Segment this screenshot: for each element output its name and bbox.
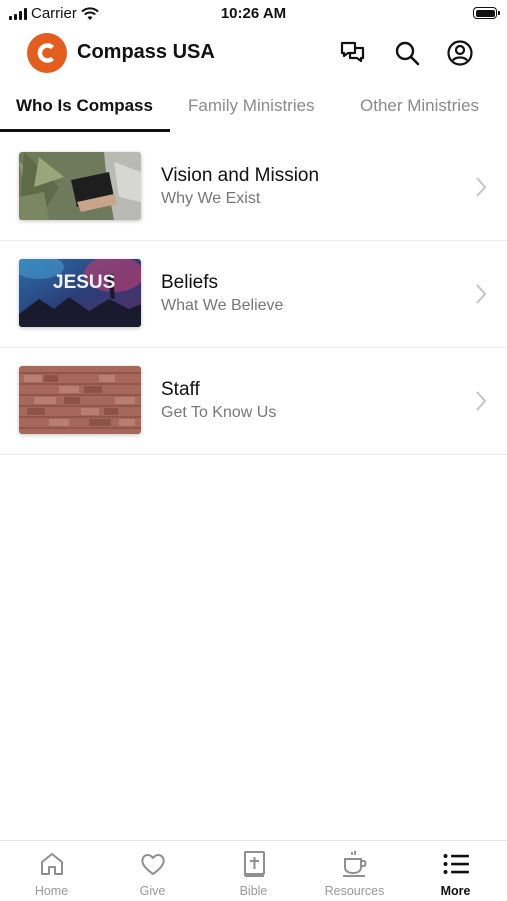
status-bar: Carrier 10:26 AM xyxy=(0,0,507,28)
profile-icon[interactable] xyxy=(446,39,474,67)
list-icon xyxy=(443,854,469,874)
bottom-tab-label: Home xyxy=(34,884,69,898)
list-item-title: Vision and Mission xyxy=(161,165,320,186)
list-item-title: Beliefs xyxy=(161,272,219,293)
staff-thumbnail xyxy=(19,366,141,434)
chevron-right-icon xyxy=(476,177,487,197)
category-tabs: Who Is Compass Family Ministries Other M… xyxy=(0,88,507,132)
tab-other-ministries[interactable]: Other Ministries xyxy=(360,96,479,116)
search-icon[interactable] xyxy=(393,39,421,67)
list-item-subtitle: Why We Exist xyxy=(161,190,261,207)
list-item-beliefs[interactable]: JESUS Beliefs What We Believe xyxy=(0,241,507,348)
chevron-right-icon xyxy=(476,391,487,411)
list-item-subtitle: What We Believe xyxy=(161,297,284,314)
vision-thumbnail xyxy=(19,152,141,220)
jesus-text: JESUS xyxy=(53,272,115,293)
bottom-tab-label: Give xyxy=(139,884,166,898)
tab-who-is-compass[interactable]: Who Is Compass xyxy=(16,96,153,116)
bottom-tab-label: Resources xyxy=(324,884,385,898)
app-header: Compass USA xyxy=(0,28,507,78)
bottom-tab-resources[interactable]: Resources xyxy=(304,841,405,901)
beliefs-thumbnail: JESUS xyxy=(19,259,141,327)
bottom-tab-home[interactable]: Home xyxy=(1,841,102,901)
content-list: Vision and Mission Why We Exist JESUS Be… xyxy=(0,134,507,455)
app-title: Compass USA xyxy=(77,41,215,63)
coffee-cup-icon xyxy=(342,851,366,877)
bottom-tab-give[interactable]: Give xyxy=(102,841,203,901)
bottom-tab-bible[interactable]: Bible xyxy=(203,841,304,901)
battery-icon xyxy=(473,7,500,19)
tab-family-ministries[interactable]: Family Ministries xyxy=(188,96,315,116)
list-item-staff[interactable]: Staff Get To Know Us xyxy=(0,348,507,455)
bottom-tab-more[interactable]: More xyxy=(405,841,506,901)
bottom-tab-label: More xyxy=(440,884,471,898)
chevron-right-icon xyxy=(476,284,487,304)
status-time: 10:26 AM xyxy=(220,5,287,22)
heart-icon xyxy=(140,854,165,875)
list-item-vision-mission[interactable]: Vision and Mission Why We Exist xyxy=(0,134,507,241)
active-tab-indicator xyxy=(0,129,170,132)
list-item-subtitle: Get To Know Us xyxy=(161,404,277,421)
bottom-tab-bar: Home Give Bible Resources More xyxy=(0,840,507,901)
home-icon xyxy=(40,853,63,875)
app-logo xyxy=(27,33,67,73)
bible-icon xyxy=(243,851,265,877)
chat-icon[interactable] xyxy=(339,39,367,67)
list-item-title: Staff xyxy=(161,379,200,400)
bottom-tab-label: Bible xyxy=(239,884,268,898)
